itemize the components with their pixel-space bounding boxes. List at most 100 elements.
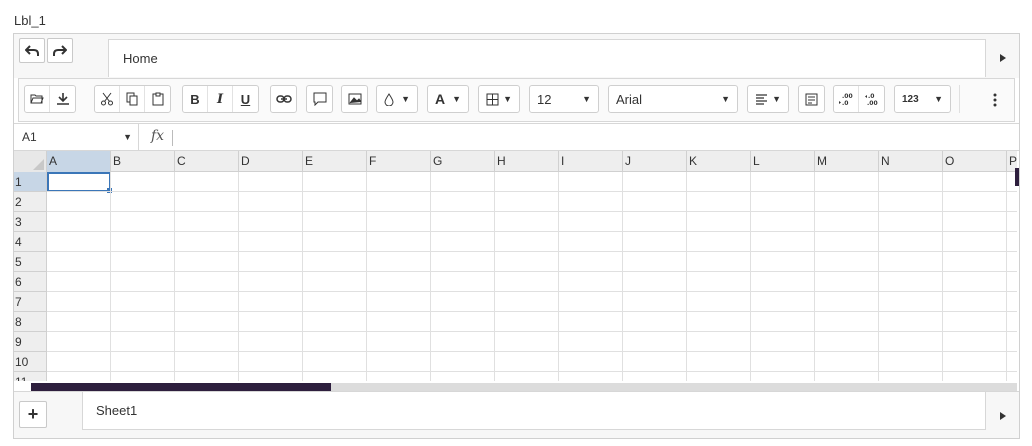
horizontal-scrollbar-thumb[interactable] xyxy=(31,383,331,391)
link-icon xyxy=(275,95,292,103)
grid-row-line xyxy=(47,291,1017,292)
wrap-text-button[interactable] xyxy=(799,86,824,112)
grid-row-line xyxy=(47,311,1017,312)
comment-icon xyxy=(313,92,326,106)
more-options-button[interactable] xyxy=(979,85,1011,115)
ribbon-scroll-right-button[interactable] xyxy=(987,39,1019,77)
row-header[interactable]: 6 xyxy=(14,272,47,292)
row-header[interactable]: 3 xyxy=(14,212,47,232)
column-header[interactable]: O xyxy=(943,151,1007,172)
insert-image-button[interactable] xyxy=(342,86,367,112)
cell-grid[interactable]: ABCDEFGHIJKLMNOP 1234567891011 xyxy=(14,151,1017,381)
chevron-down-icon: ▼ xyxy=(503,94,512,104)
decimal-group: .00.0 .0.00 xyxy=(833,85,885,113)
hyperlink-button[interactable] xyxy=(271,86,296,112)
row-header[interactable]: 11 xyxy=(14,372,47,381)
redo-icon xyxy=(53,44,67,56)
number-format-dropdown[interactable]: 123 ▼ xyxy=(894,85,951,113)
row-header[interactable]: 8 xyxy=(14,312,47,332)
clipboard-group xyxy=(94,85,171,113)
sheet-scroll-right-button[interactable] xyxy=(987,397,1019,435)
grid-row-line xyxy=(47,251,1017,252)
add-sheet-button[interactable]: + xyxy=(19,401,47,428)
wrap-group xyxy=(798,85,825,113)
column-header[interactable]: B xyxy=(111,151,175,172)
fill-color-dropdown[interactable]: ▼ xyxy=(376,85,418,113)
column-header[interactable]: C xyxy=(175,151,239,172)
vertical-scrollbar-thumb[interactable] xyxy=(1015,168,1019,186)
cut-button[interactable] xyxy=(95,86,120,112)
italic-button[interactable]: I xyxy=(208,86,233,112)
font-size-dropdown[interactable]: 12 ▼ xyxy=(529,85,599,113)
align-dropdown[interactable]: ▼ xyxy=(747,85,789,113)
undo-button[interactable] xyxy=(19,38,45,63)
row-header[interactable]: 4 xyxy=(14,232,47,252)
row-header[interactable]: 5 xyxy=(14,252,47,272)
row-header[interactable]: 9 xyxy=(14,332,47,352)
bold-button[interactable]: B xyxy=(183,86,208,112)
font-family-dropdown[interactable]: Arial ▼ xyxy=(608,85,738,113)
column-header[interactable]: K xyxy=(687,151,751,172)
column-header[interactable]: J xyxy=(623,151,687,172)
grid-row-line xyxy=(47,331,1017,332)
comment-button[interactable] xyxy=(307,86,332,112)
borders-dropdown[interactable]: ▼ xyxy=(478,85,520,113)
name-box[interactable]: A1 ▼ xyxy=(14,124,139,150)
row-header[interactable]: 10 xyxy=(14,352,47,372)
column-header[interactable]: E xyxy=(303,151,367,172)
caret-right-icon xyxy=(1000,412,1006,420)
grid-column-line xyxy=(878,172,879,381)
column-header[interactable]: N xyxy=(879,151,943,172)
grid-column-line xyxy=(174,172,175,381)
decrease-decimal-button[interactable]: .0.00 xyxy=(859,86,884,112)
formula-input[interactable] xyxy=(176,124,1016,150)
toolbar-separator xyxy=(959,85,960,113)
redo-button[interactable] xyxy=(47,38,73,63)
file-group xyxy=(24,85,76,113)
paste-button[interactable] xyxy=(145,86,170,112)
row-header[interactable]: 2 xyxy=(14,192,47,212)
select-all-corner[interactable] xyxy=(14,151,47,172)
undo-redo-group xyxy=(19,38,73,63)
column-header[interactable]: D xyxy=(239,151,303,172)
decrease-decimal-icon: .0.00 xyxy=(864,93,877,106)
grid-row-line xyxy=(47,211,1017,212)
column-header[interactable]: F xyxy=(367,151,431,172)
font-color-dropdown[interactable]: A ▼ xyxy=(427,85,469,113)
active-cell[interactable] xyxy=(47,172,112,193)
image-icon xyxy=(348,93,361,105)
row-header[interactable]: 7 xyxy=(14,292,47,312)
horizontal-scrollbar[interactable] xyxy=(31,383,1017,391)
label: Lbl_1 xyxy=(14,13,46,28)
font-size-value: 12 xyxy=(537,91,552,107)
column-header[interactable]: L xyxy=(751,151,815,172)
sheet-tab[interactable]: Sheet1 xyxy=(82,392,986,430)
column-header[interactable]: G xyxy=(431,151,495,172)
ribbon: Home xyxy=(14,34,1019,78)
function-icon[interactable]: fx xyxy=(151,128,164,144)
underline-button[interactable]: U xyxy=(233,86,258,112)
column-header-bar: ABCDEFGHIJKLMNOP xyxy=(14,151,1017,172)
grid-row-line xyxy=(47,371,1017,372)
increase-decimal-button[interactable]: .00.0 xyxy=(834,86,859,112)
row-header[interactable]: 1 xyxy=(14,172,47,192)
svg-text:.0: .0 xyxy=(842,100,848,106)
image-group xyxy=(341,85,368,113)
svg-text:.0: .0 xyxy=(868,93,874,100)
font-family-value: Arial xyxy=(616,91,643,107)
wrap-text-icon xyxy=(805,93,818,105)
copy-button[interactable] xyxy=(120,86,145,112)
column-header[interactable]: A xyxy=(47,151,111,172)
borders-icon xyxy=(486,93,499,105)
tab-home[interactable]: Home xyxy=(108,39,986,77)
text-style-group: B I U xyxy=(182,85,259,113)
save-button[interactable] xyxy=(50,86,75,112)
open-button[interactable] xyxy=(25,86,50,112)
column-header[interactable]: I xyxy=(559,151,623,172)
more-vertical-icon xyxy=(993,93,997,107)
grid-column-line xyxy=(622,172,623,381)
column-header[interactable]: M xyxy=(815,151,879,172)
grid-column-line xyxy=(302,172,303,381)
column-header[interactable]: H xyxy=(495,151,559,172)
chevron-down-icon: ▼ xyxy=(401,94,410,104)
